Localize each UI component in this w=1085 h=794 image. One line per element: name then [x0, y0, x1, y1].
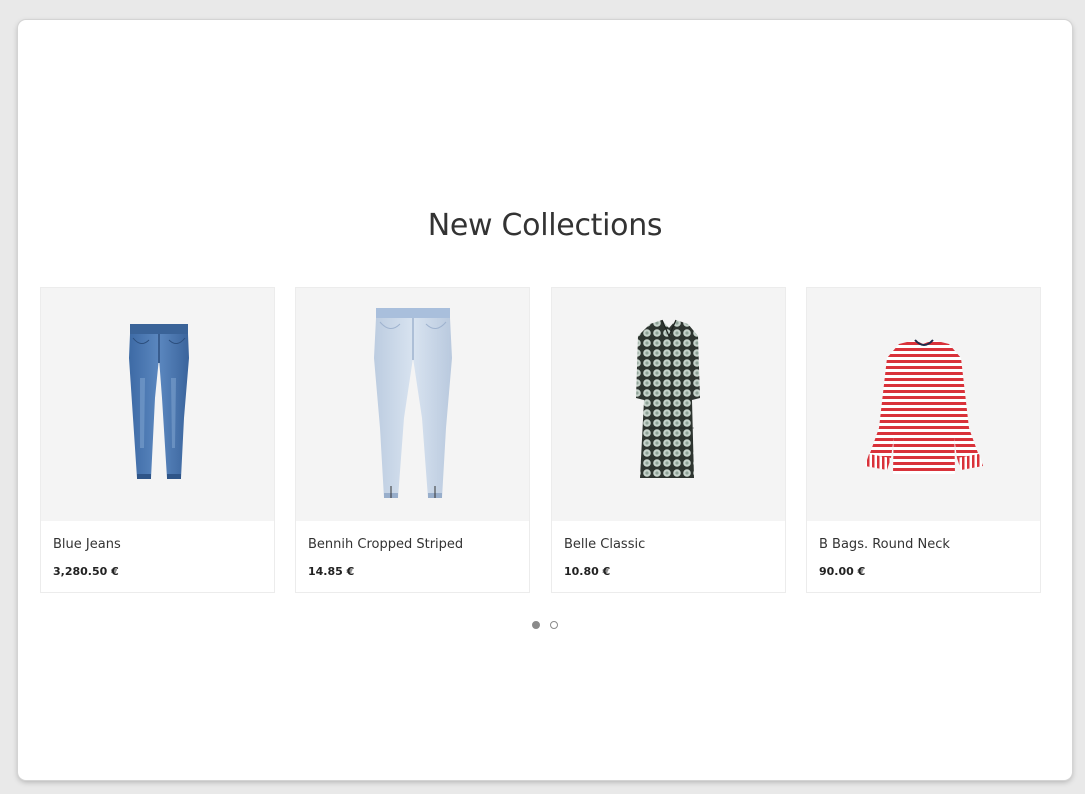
- patterned-dress-image: [636, 319, 700, 478]
- product-card[interactable]: Bennih Cropped Striped 14.85 €: [295, 287, 530, 593]
- blue-jeans-image: [129, 324, 189, 479]
- page-window: New Collections Blue Jeans 3,280.50 € Be…: [18, 20, 1072, 780]
- product-price: 90.00 €: [819, 565, 866, 578]
- product-name[interactable]: Bennih Cropped Striped: [308, 537, 463, 552]
- product-price: 3,280.50 €: [53, 565, 119, 578]
- product-image[interactable]: [296, 288, 529, 521]
- product-name[interactable]: Belle Classic: [564, 537, 645, 552]
- product-card[interactable]: B Bags. Round Neck 90.00 €: [806, 287, 1041, 593]
- product-carousel: Blue Jeans 3,280.50 € Bennih Cropped Str…: [40, 287, 1041, 593]
- product-card[interactable]: Belle Classic 10.80 €: [551, 287, 786, 593]
- product-name[interactable]: Blue Jeans: [53, 537, 121, 552]
- product-price: 14.85 €: [308, 565, 355, 578]
- pagination-dot-1[interactable]: [532, 621, 540, 629]
- product-name[interactable]: B Bags. Round Neck: [819, 537, 950, 552]
- product-image[interactable]: [807, 288, 1040, 521]
- carousel-pagination: [18, 616, 1072, 629]
- product-card[interactable]: Blue Jeans 3,280.50 €: [40, 287, 275, 593]
- light-jeans-image: [374, 308, 452, 498]
- product-image[interactable]: [41, 288, 274, 521]
- pagination-dot-2[interactable]: [550, 621, 558, 629]
- product-image[interactable]: [552, 288, 785, 521]
- striped-top-image: [865, 339, 983, 474]
- section-title: New Collections: [427, 208, 663, 243]
- product-price: 10.80 €: [564, 565, 611, 578]
